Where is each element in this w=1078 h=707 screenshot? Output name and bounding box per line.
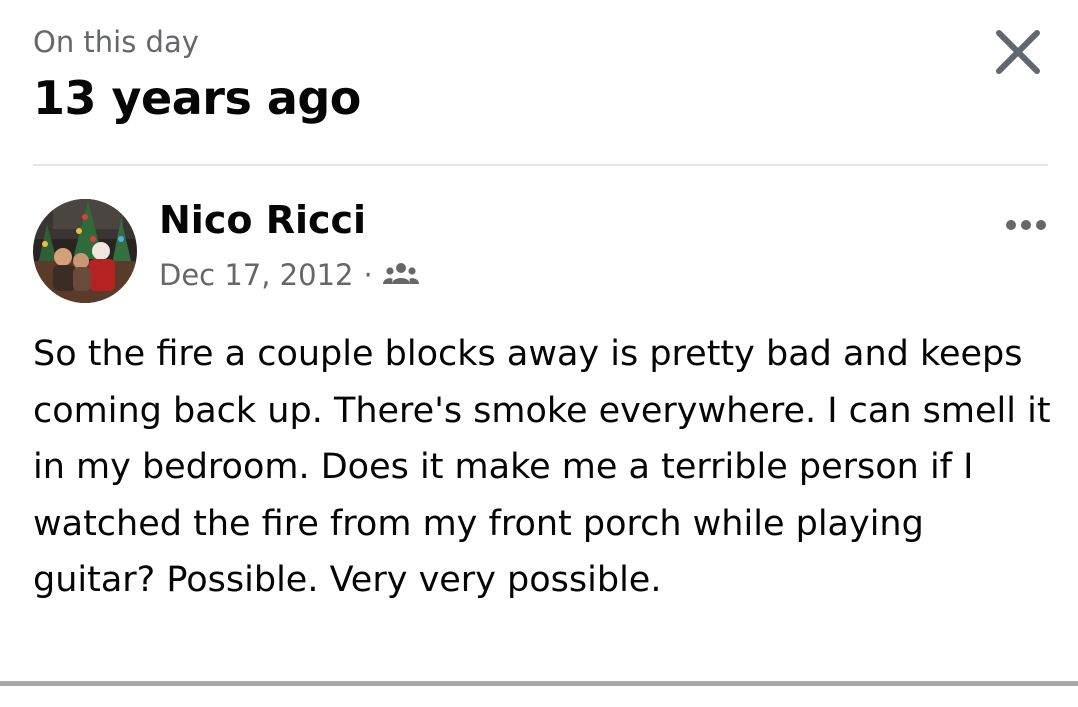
post-meta: Dec 17, 2012 · bbox=[159, 255, 419, 295]
bottom-divider bbox=[0, 681, 1078, 686]
memory-title: 13 years ago bbox=[33, 71, 361, 125]
memory-post: Nico Ricci Dec 17, 2012 · So the fire a … bbox=[0, 166, 1078, 679]
close-button[interactable] bbox=[990, 24, 1046, 80]
memory-eyebrow: On this day bbox=[33, 25, 199, 59]
post-author[interactable]: Nico Ricci bbox=[159, 196, 366, 244]
close-icon bbox=[996, 30, 1040, 74]
friends-icon[interactable] bbox=[382, 260, 419, 290]
post-text: So the fire a couple blocks away is pret… bbox=[33, 334, 1051, 600]
post-date[interactable]: Dec 17, 2012 bbox=[159, 258, 353, 292]
more-horizontal-icon bbox=[1006, 220, 1046, 230]
avatar[interactable] bbox=[33, 199, 137, 303]
more-options-button[interactable] bbox=[1000, 212, 1052, 238]
memory-header: On this day 13 years ago bbox=[33, 22, 1078, 142]
meta-separator: · bbox=[363, 258, 373, 292]
avatar-photo bbox=[33, 199, 137, 303]
